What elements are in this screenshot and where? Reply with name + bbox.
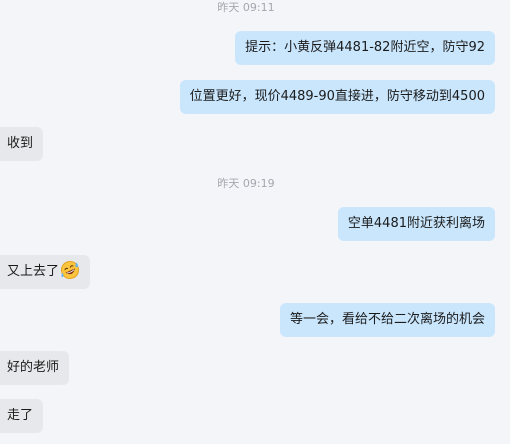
- message-text: 位置更好，现价4489-90直接进，防守移动到4500: [189, 89, 485, 104]
- message-bubble-incoming[interactable]: 好的老师: [0, 351, 70, 385]
- message-text: 提示：小黄反弹4481-82附近空，防守92: [245, 40, 485, 55]
- grinning-sweat-emoji-icon: [60, 260, 80, 280]
- message-bubble-outgoing[interactable]: 提示：小黄反弹4481-82附近空，防守92: [235, 31, 495, 65]
- timestamp: 昨天 09:19: [217, 177, 275, 190]
- message-bubble-incoming[interactable]: 走了: [0, 399, 44, 433]
- chat-message-list[interactable]: 昨天 09:11 提示：小黄反弹4481-82附近空，防守92 位置更好，现价4…: [0, 0, 510, 444]
- message-text: 收到: [7, 136, 34, 151]
- message-bubble-incoming[interactable]: 收到: [0, 127, 44, 161]
- message-text: 空单4481附近获利离场: [347, 216, 485, 231]
- message-bubble-incoming[interactable]: 又上去了: [0, 255, 91, 289]
- message-text: 好的老师: [7, 360, 60, 375]
- timestamp: 昨天 09:11: [217, 1, 275, 14]
- message-bubble-outgoing[interactable]: 等一会，看给不给二次离场的机会: [279, 303, 495, 337]
- message-text: 等一会，看给不给二次离场的机会: [289, 312, 485, 327]
- message-text: 走了: [7, 408, 34, 423]
- message-bubble-outgoing[interactable]: 空单4481附近获利离场: [337, 207, 495, 241]
- message-text: 又上去了: [7, 264, 60, 279]
- message-bubble-outgoing[interactable]: 位置更好，现价4489-90直接进，防守移动到4500: [179, 80, 495, 114]
